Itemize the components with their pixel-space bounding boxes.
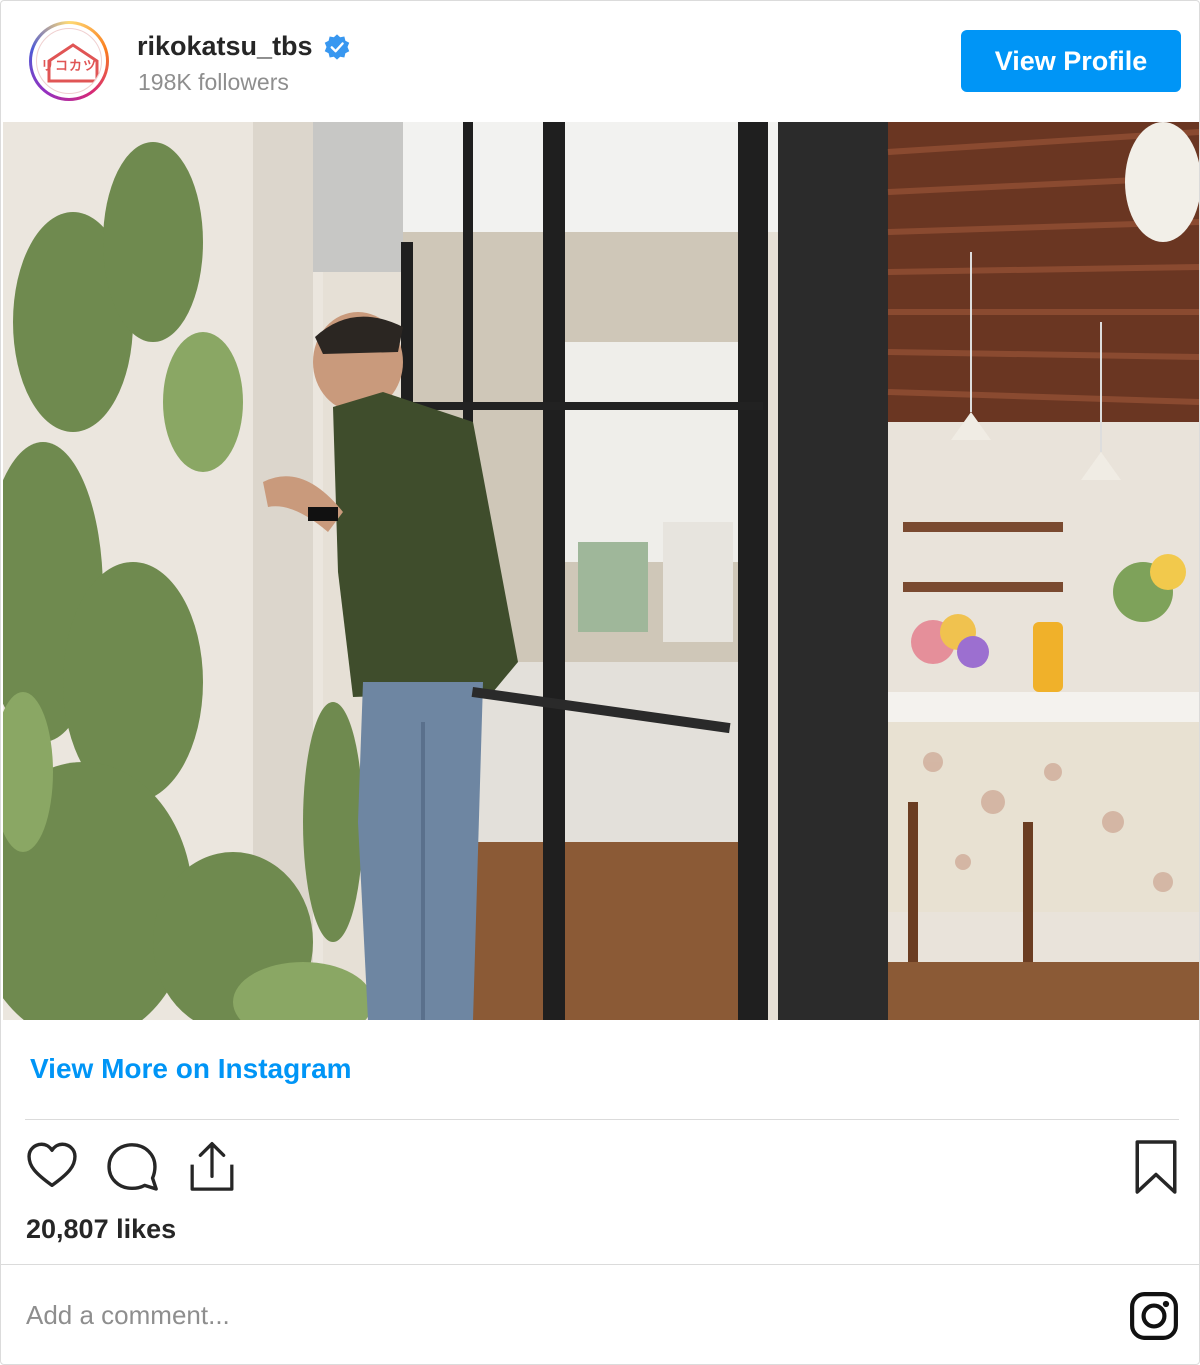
divider: [1, 1264, 1199, 1265]
view-profile-button[interactable]: View Profile: [961, 30, 1181, 92]
divider: [25, 1119, 1179, 1120]
post-image[interactable]: [3, 122, 1199, 1020]
post-photo-illustration: [3, 122, 1199, 1020]
username-row: rikokatsu_tbs: [137, 31, 351, 62]
comment-bubble-icon[interactable]: [101, 1137, 163, 1195]
share-icon[interactable]: [184, 1137, 240, 1197]
heart-icon[interactable]: [23, 1137, 81, 1195]
avatar-text: リコカツ: [40, 58, 97, 73]
verified-badge-icon: [324, 33, 349, 60]
username[interactable]: rikokatsu_tbs: [137, 31, 313, 62]
instagram-logo-icon[interactable]: [1129, 1291, 1179, 1341]
like-count: 20,807 likes: [26, 1214, 177, 1244]
comment-input[interactable]: [26, 1291, 1086, 1339]
view-more-link[interactable]: View More on Instagram: [30, 1053, 352, 1085]
follower-count: 198K followers: [138, 69, 289, 95]
avatar-logo: リコカツ: [36, 28, 102, 94]
post-header: リコカツ rikokatsu_tbs 198K followers View P…: [1, 1, 1199, 121]
avatar[interactable]: リコカツ: [29, 21, 109, 101]
avatar-frame: リコカツ: [32, 24, 106, 98]
instagram-embed: リコカツ rikokatsu_tbs 198K followers View P…: [0, 0, 1200, 1365]
bookmark-icon[interactable]: [1131, 1137, 1181, 1197]
action-bar: [1, 1137, 1200, 1201]
